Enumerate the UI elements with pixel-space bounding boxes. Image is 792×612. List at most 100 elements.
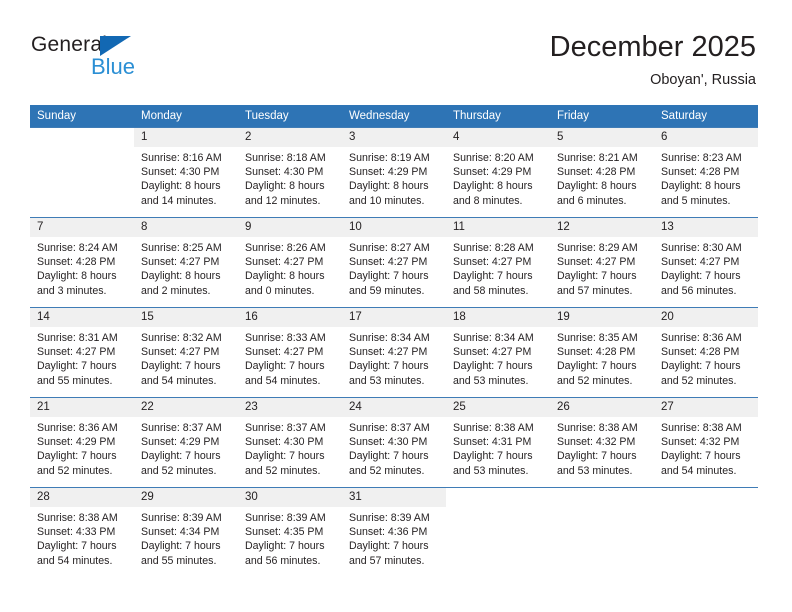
day-info-line: Sunrise: 8:28 AM [453, 242, 534, 254]
calendar-day-cell[interactable]: 13 Sunrise: 8:30 AM Sunset: 4:27 PM Dayligh… [654, 217, 758, 308]
calendar-header-row: Sunday Monday Tuesday Wednesday Thursday Frid… [30, 105, 758, 128]
day-info-line: Sunset: 4:29 PM [453, 166, 532, 179]
day-sun-info: Sunrise: 8:24 AM Sunset: 4:28 PM Daylight:… [30, 237, 134, 298]
calendar-day-cell[interactable]: 26 Sunrise: 8:38 AM Sunset: 4:32 PM Dayligh… [550, 397, 654, 488]
day-info-line: Sunset: 4:30 PM [245, 166, 324, 179]
day-info-line: and 54 minutes. [661, 464, 737, 477]
day-number: 1 [134, 128, 238, 147]
day-info-line: Daylight: 7 hours [37, 450, 117, 463]
calendar-day-cell[interactable]: 25 Sunrise: 8:38 AM Sunset: 4:31 PM Dayligh… [446, 397, 550, 488]
calendar-day-cell[interactable]: 21 Sunrise: 8:36 AM Sunset: 4:29 PM Dayligh… [30, 397, 134, 488]
calendar-day-cell[interactable]: 19 Sunrise: 8:35 AM Sunset: 4:28 PM Dayligh… [550, 307, 654, 398]
day-info-line: Sunset: 4:27 PM [141, 256, 220, 269]
day-info-line: Sunset: 4:28 PM [557, 166, 636, 179]
calendar-day-cell[interactable]: 9 Sunrise: 8:26 AM Sunset: 4:27 PM Daylight… [238, 217, 342, 308]
day-number: 27 [654, 398, 758, 417]
calendar-day-cell[interactable]: 15 Sunrise: 8:32 AM Sunset: 4:27 PM Dayligh… [134, 307, 238, 398]
day-info-line: Sunrise: 8:34 AM [453, 332, 534, 344]
calendar-day-cell[interactable]: 17 Sunrise: 8:34 AM Sunset: 4:27 PM Dayligh… [342, 307, 446, 398]
day-sun-info: Sunrise: 8:38 AM Sunset: 4:32 PM Daylight:… [654, 417, 758, 478]
day-number: 5 [550, 128, 654, 147]
day-info-line: Sunrise: 8:27 AM [349, 242, 430, 254]
calendar-day-cell[interactable]: 30 Sunrise: 8:39 AM Sunset: 4:35 PM Dayligh… [238, 487, 342, 577]
day-number: 22 [134, 398, 238, 417]
day-info-line: Sunrise: 8:36 AM [661, 332, 742, 344]
calendar-day-cell-empty [446, 487, 550, 577]
calendar-day-cell[interactable]: 8 Sunrise: 8:25 AM Sunset: 4:27 PM Daylight… [134, 217, 238, 308]
day-info-line: Daylight: 7 hours [661, 270, 741, 283]
day-number: 14 [30, 308, 134, 327]
calendar-day-cell[interactable]: 4 Sunrise: 8:20 AM Sunset: 4:29 PM Daylight… [446, 127, 550, 218]
calendar-day-cell[interactable]: 3 Sunrise: 8:19 AM Sunset: 4:29 PM Daylight… [342, 127, 446, 218]
day-info-line: and 53 minutes. [557, 464, 633, 477]
day-info-line: Sunset: 4:29 PM [37, 436, 116, 449]
day-info-line: Daylight: 7 hours [453, 270, 533, 283]
day-info-line: Sunset: 4:27 PM [349, 346, 428, 359]
day-info-line: Sunset: 4:27 PM [37, 346, 116, 359]
day-number: 29 [134, 488, 238, 507]
day-sun-info: Sunrise: 8:36 AM Sunset: 4:28 PM Daylight:… [654, 327, 758, 388]
day-info-line: Daylight: 7 hours [349, 540, 429, 553]
day-info-line: and 52 minutes. [37, 464, 113, 477]
calendar-day-cell[interactable]: 27 Sunrise: 8:38 AM Sunset: 4:32 PM Dayligh… [654, 397, 758, 488]
calendar-day-cell[interactable]: 31 Sunrise: 8:39 AM Sunset: 4:36 PM Dayligh… [342, 487, 446, 577]
day-sun-info: Sunrise: 8:27 AM Sunset: 4:27 PM Daylight:… [342, 237, 446, 298]
day-info-line: Sunset: 4:30 PM [141, 166, 220, 179]
weekday-header-tuesday: Tuesday [238, 105, 342, 128]
calendar-day-cell[interactable]: 20 Sunrise: 8:36 AM Sunset: 4:28 PM Dayligh… [654, 307, 758, 398]
day-number: 30 [238, 488, 342, 507]
day-sun-info: Sunrise: 8:19 AM Sunset: 4:29 PM Daylight:… [342, 147, 446, 208]
calendar-day-cell[interactable]: 23 Sunrise: 8:37 AM Sunset: 4:30 PM Dayligh… [238, 397, 342, 488]
day-info-line: Sunrise: 8:37 AM [349, 422, 430, 434]
calendar-day-cell[interactable]: 16 Sunrise: 8:33 AM Sunset: 4:27 PM Dayligh… [238, 307, 342, 398]
day-info-line: and 14 minutes. [141, 194, 217, 207]
day-info-line: Sunset: 4:27 PM [661, 256, 740, 269]
day-info-line: and 52 minutes. [661, 374, 737, 387]
day-info-line: Sunrise: 8:30 AM [661, 242, 742, 254]
calendar-day-cell[interactable]: 22 Sunrise: 8:37 AM Sunset: 4:29 PM Dayligh… [134, 397, 238, 488]
calendar-day-cell[interactable]: 11 Sunrise: 8:28 AM Sunset: 4:27 PM Dayligh… [446, 217, 550, 308]
calendar-day-cell[interactable]: 7 Sunrise: 8:24 AM Sunset: 4:28 PM Daylight… [30, 217, 134, 308]
calendar-day-cell[interactable]: 28 Sunrise: 8:38 AM Sunset: 4:33 PM Dayligh… [30, 487, 134, 577]
calendar-day-cell[interactable]: 5 Sunrise: 8:21 AM Sunset: 4:28 PM Daylight… [550, 127, 654, 218]
day-info-line: Daylight: 8 hours [245, 180, 325, 193]
calendar-day-cell[interactable]: 6 Sunrise: 8:23 AM Sunset: 4:28 PM Daylight… [654, 127, 758, 218]
day-number: 4 [446, 128, 550, 147]
calendar-day-cell[interactable]: 29 Sunrise: 8:39 AM Sunset: 4:34 PM Dayligh… [134, 487, 238, 577]
calendar-day-cell[interactable]: 1 Sunrise: 8:16 AM Sunset: 4:30 PM Daylight… [134, 127, 238, 218]
day-info-line: Sunrise: 8:38 AM [37, 512, 118, 524]
day-sun-info: Sunrise: 8:38 AM Sunset: 4:32 PM Daylight:… [550, 417, 654, 478]
day-number: 26 [550, 398, 654, 417]
day-number: 20 [654, 308, 758, 327]
day-info-line: Sunrise: 8:32 AM [141, 332, 222, 344]
day-info-line: and 56 minutes. [245, 554, 321, 567]
day-number: 16 [238, 308, 342, 327]
calendar-day-cell[interactable]: 18 Sunrise: 8:34 AM Sunset: 4:27 PM Dayligh… [446, 307, 550, 398]
day-info-line: Sunrise: 8:20 AM [453, 152, 534, 164]
day-sun-info: Sunrise: 8:28 AM Sunset: 4:27 PM Daylight:… [446, 237, 550, 298]
weekday-header-monday: Monday [134, 105, 238, 128]
calendar-day-cell[interactable]: 24 Sunrise: 8:37 AM Sunset: 4:30 PM Dayligh… [342, 397, 446, 488]
calendar-day-cell[interactable]: 12 Sunrise: 8:29 AM Sunset: 4:27 PM Dayligh… [550, 217, 654, 308]
day-sun-info: Sunrise: 8:36 AM Sunset: 4:29 PM Daylight:… [30, 417, 134, 478]
day-sun-info: Sunrise: 8:20 AM Sunset: 4:29 PM Daylight:… [446, 147, 550, 208]
weekday-header-thursday: Thursday [446, 105, 550, 128]
day-number: 24 [342, 398, 446, 417]
day-sun-info: Sunrise: 8:21 AM Sunset: 4:28 PM Daylight:… [550, 147, 654, 208]
general-blue-logo[interactable]: General Blue [31, 33, 151, 81]
day-sun-info: Sunrise: 8:30 AM Sunset: 4:27 PM Daylight:… [654, 237, 758, 298]
day-info-line: Sunset: 4:32 PM [661, 436, 740, 449]
weekday-header-row: Sunday Monday Tuesday Wednesday Thursday Frid… [30, 105, 758, 128]
calendar-day-cell[interactable]: 14 Sunrise: 8:31 AM Sunset: 4:27 PM Dayligh… [30, 307, 134, 398]
calendar-day-cell[interactable]: 10 Sunrise: 8:27 AM Sunset: 4:27 PM Dayligh… [342, 217, 446, 308]
day-info-line: Sunrise: 8:38 AM [453, 422, 534, 434]
logo-text-blue: Blue [91, 54, 136, 79]
day-info-line: Sunset: 4:29 PM [349, 166, 428, 179]
day-sun-info: Sunrise: 8:16 AM Sunset: 4:30 PM Daylight:… [134, 147, 238, 208]
day-info-line: and 53 minutes. [349, 374, 425, 387]
calendar-day-cell[interactable]: 2 Sunrise: 8:18 AM Sunset: 4:30 PM Daylight… [238, 127, 342, 218]
day-info-line: and 0 minutes. [245, 284, 315, 297]
day-info-line: Sunrise: 8:38 AM [557, 422, 638, 434]
calendar-week-row: 14 Sunrise: 8:31 AM Sunset: 4:27 PM Dayligh… [30, 307, 758, 398]
day-info-line: Sunrise: 8:18 AM [245, 152, 326, 164]
